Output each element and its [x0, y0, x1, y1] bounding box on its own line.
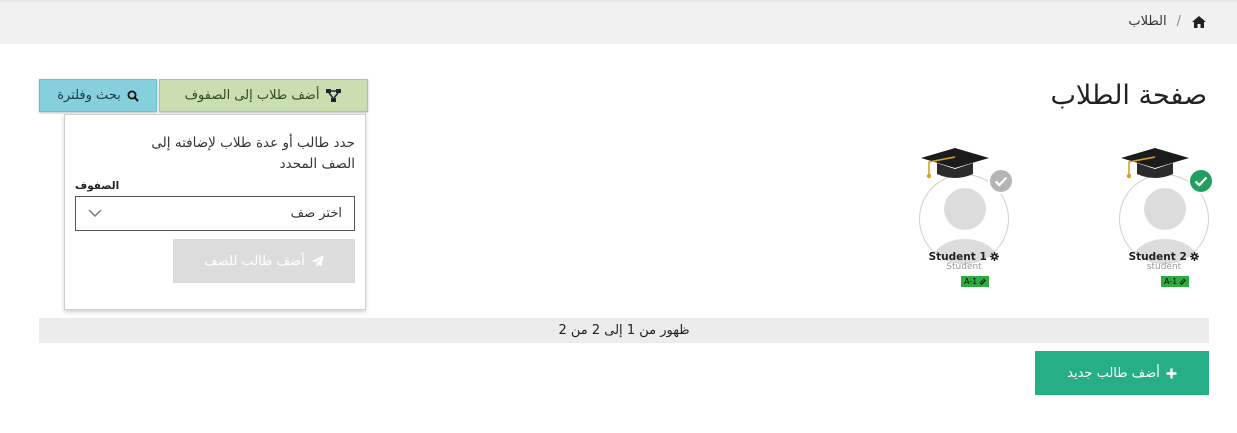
class-badge[interactable]: A-1 — [1161, 276, 1190, 287]
breadcrumb-separator: / — [1176, 14, 1181, 29]
add-student-to-class-button[interactable]: أضف طالب للصف — [173, 239, 355, 283]
unselected-check-icon[interactable] — [988, 168, 1014, 194]
top-bar: / الطلاب — [0, 0, 1237, 44]
add-to-class-panel: حدد طالب أو عدة طلاب لإضافته إلى الصف ال… — [64, 114, 366, 310]
add-students-to-classes-label: أضف طلاب إلى الصفوف — [184, 88, 320, 103]
gear-icon[interactable] — [990, 252, 1000, 261]
class-select[interactable]: اختر صف — [75, 196, 355, 231]
sitemap-icon — [326, 89, 342, 102]
search-filter-label: بحث وفلترة — [57, 88, 121, 103]
add-student-to-class-label: أضف طالب للصف — [204, 253, 305, 269]
student-card[interactable]: Student 2 student A-1 — [1109, 145, 1219, 305]
class-select-value: اختر صف — [290, 206, 342, 221]
add-new-student-label: أضف طالب جديد — [1067, 365, 1160, 381]
home-icon[interactable] — [1191, 15, 1207, 29]
page-title: صفحة الطلاب — [1050, 80, 1207, 111]
search-filter-button[interactable]: بحث وفلترة — [39, 79, 157, 112]
search-icon — [127, 90, 139, 102]
graduation-cap-icon — [1121, 148, 1189, 179]
gear-icon[interactable] — [1190, 252, 1200, 261]
classes-label: الصفوف — [75, 180, 120, 192]
link-icon — [1179, 278, 1187, 285]
add-students-to-classes-button[interactable]: أضف طلاب إلى الصفوف — [159, 79, 368, 112]
link-icon — [979, 278, 987, 285]
breadcrumb-current: الطلاب — [1128, 14, 1167, 29]
class-badge[interactable]: A-1 — [961, 276, 990, 287]
student-role: student — [1146, 262, 1182, 272]
panel-instructions: حدد طالب أو عدة طلاب لإضافته إلى الصف ال… — [151, 135, 355, 172]
graduation-cap-icon — [921, 148, 989, 179]
chevron-down-icon — [88, 209, 102, 218]
student-card[interactable]: Student 1 Student A-1 — [909, 145, 1019, 305]
class-badge-label: A-1 — [964, 277, 978, 286]
plus-icon — [1166, 368, 1177, 378]
class-badge-label: A-1 — [1164, 277, 1178, 286]
selected-check-icon[interactable] — [1188, 168, 1214, 194]
breadcrumb: / الطلاب — [1128, 14, 1207, 29]
student-role: Student — [946, 262, 982, 272]
add-new-student-button[interactable]: أضف طالب جديد — [1035, 351, 1209, 395]
pagination-summary: ظهور من 1 إلى 2 من 2 — [39, 318, 1209, 343]
paper-plane-icon — [311, 255, 324, 267]
